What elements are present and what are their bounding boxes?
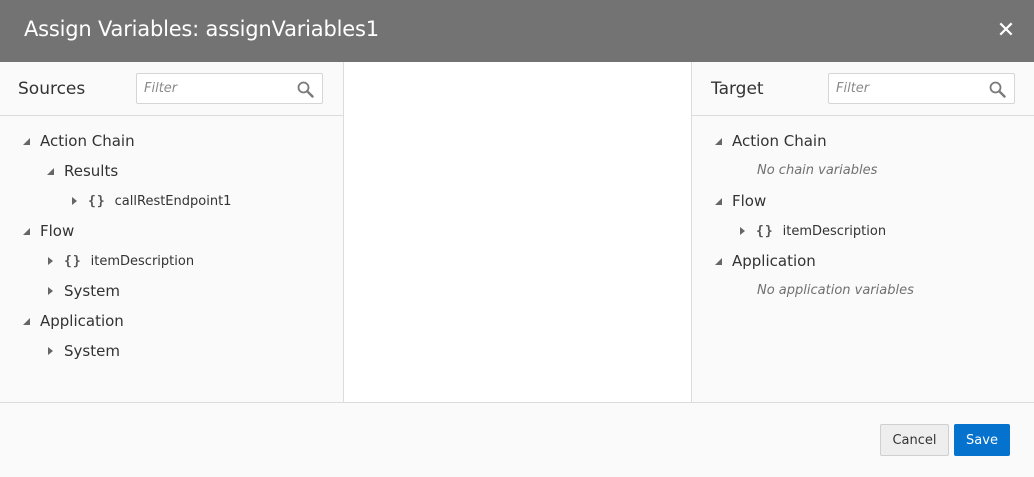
expanded-triangle-icon[interactable] <box>20 225 32 237</box>
close-icon[interactable]: ✕ <box>994 19 1018 43</box>
collapsed-triangle-icon[interactable] <box>44 255 56 267</box>
tree-node-action-chain[interactable]: Action Chain <box>712 131 827 151</box>
cancel-button[interactable]: Cancel <box>880 424 949 456</box>
expanded-triangle-icon[interactable] <box>712 195 724 207</box>
sources-filter <box>136 73 323 104</box>
target-title: Target <box>711 79 764 99</box>
sources-filter-input[interactable] <box>137 74 322 103</box>
no-application-variables-text: No application variables <box>757 283 914 298</box>
collapsed-triangle-icon[interactable] <box>44 345 56 357</box>
collapsed-triangle-icon[interactable] <box>68 195 80 207</box>
dialog-header: Assign Variables: assignVariables1 ✕ <box>0 0 1034 62</box>
tree-node-app-system[interactable]: System <box>44 341 120 361</box>
expanded-triangle-icon[interactable] <box>20 315 32 327</box>
expanded-triangle-icon[interactable] <box>712 135 724 147</box>
search-icon[interactable] <box>297 81 314 98</box>
assign-variables-dialog: Assign Variables: assignVariables1 ✕ Sou… <box>0 0 1034 477</box>
tree-node-flow-system[interactable]: System <box>44 281 120 301</box>
tree-node-item-description[interactable]: {} itemDescription <box>736 221 886 241</box>
sources-panel: Sources Action Chain Results {} <box>0 62 344 402</box>
no-chain-variables-text: No chain variables <box>757 163 878 178</box>
tree-node-label: itemDescription <box>90 253 195 269</box>
target-header: Target <box>692 62 1034 116</box>
tree-node-label: Action Chain <box>40 132 135 150</box>
collapsed-triangle-icon[interactable] <box>44 285 56 297</box>
tree-node-results[interactable]: Results <box>44 161 118 181</box>
target-filter-input[interactable] <box>829 74 1014 103</box>
tree-node-label: Application <box>732 252 816 270</box>
expanded-triangle-icon[interactable] <box>712 255 724 267</box>
dialog-title: Assign Variables: assignVariables1 <box>24 17 379 41</box>
tree-node-label: Application <box>40 312 124 330</box>
mapping-canvas <box>344 62 691 402</box>
target-filter <box>828 73 1015 104</box>
tree-node-label: Flow <box>732 192 767 210</box>
tree-node-item-description[interactable]: {} itemDescription <box>44 251 194 271</box>
object-icon: {} <box>756 223 774 239</box>
tree-node-flow[interactable]: Flow <box>712 191 766 211</box>
expanded-triangle-icon[interactable] <box>44 165 56 177</box>
sources-header: Sources <box>0 62 343 116</box>
sources-title: Sources <box>18 79 86 99</box>
tree-node-label: Flow <box>40 222 75 240</box>
collapsed-triangle-icon[interactable] <box>736 225 748 237</box>
search-icon[interactable] <box>989 81 1006 98</box>
tree-node-label: Results <box>64 162 119 180</box>
tree-node-application[interactable]: Application <box>712 251 816 271</box>
save-button[interactable]: Save <box>954 424 1010 456</box>
tree-node-label: Action Chain <box>732 132 827 150</box>
tree-node-call-rest-endpoint[interactable]: {} callRestEndpoint1 <box>68 191 231 211</box>
target-panel: Target Action Chain No chain variables F… <box>691 62 1034 402</box>
tree-node-flow[interactable]: Flow <box>20 221 74 241</box>
tree-node-application[interactable]: Application <box>20 311 124 331</box>
tree-node-label: itemDescription <box>782 223 887 239</box>
tree-node-label: callRestEndpoint1 <box>114 193 232 209</box>
tree-node-label: System <box>64 342 120 360</box>
object-icon: {} <box>64 253 82 269</box>
object-icon: {} <box>88 193 106 209</box>
tree-node-label: System <box>64 282 120 300</box>
tree-node-action-chain[interactable]: Action Chain <box>20 131 135 151</box>
expanded-triangle-icon[interactable] <box>20 135 32 147</box>
dialog-footer: Cancel Save <box>0 402 1034 477</box>
